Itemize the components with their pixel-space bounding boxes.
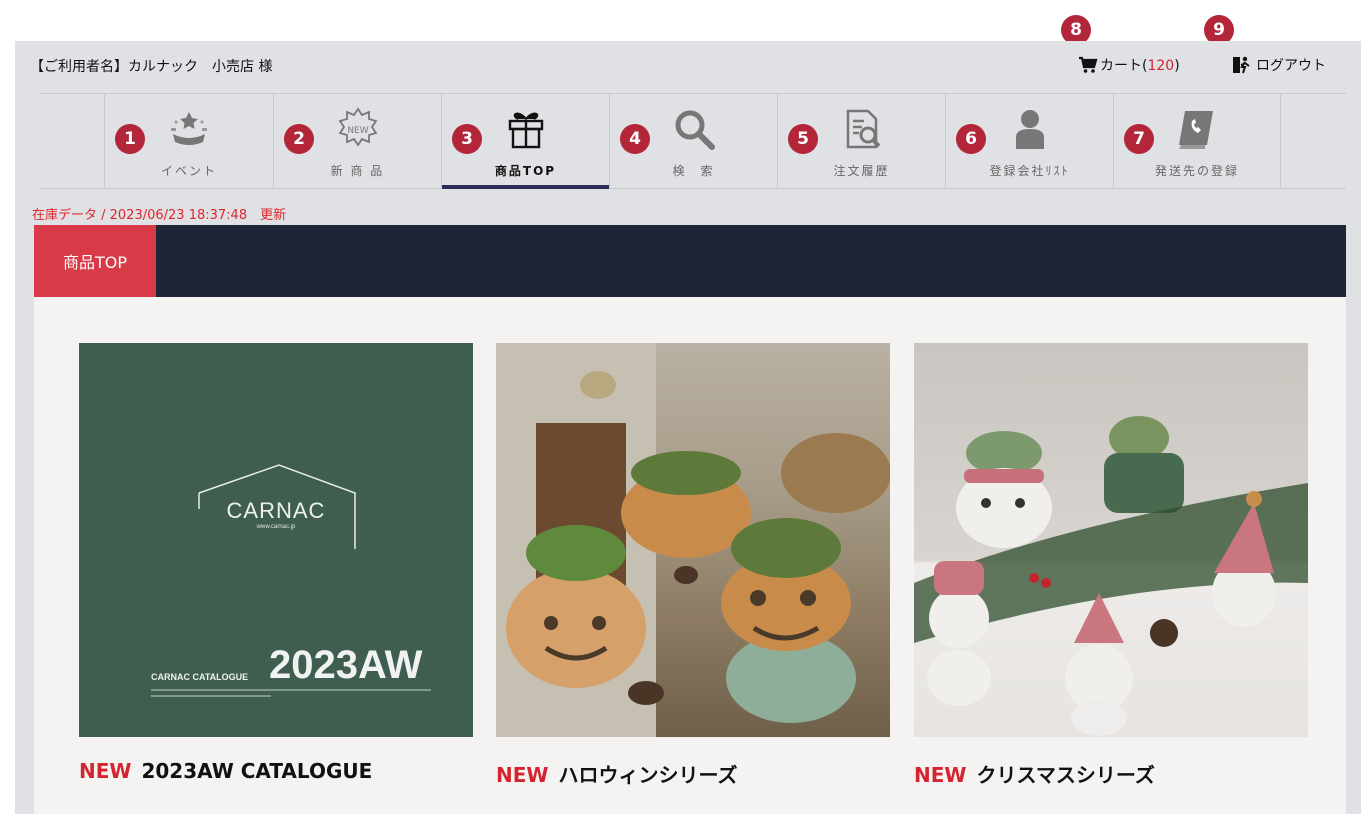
nav-item-product-top[interactable]: 3 商品TOP [441,94,609,189]
app-root: 8 9 【ご利用者名】カルナック 小売店 様 カート(120) ログアウト 1 [0,0,1361,814]
cart-count: 120 [1147,58,1175,74]
catalogue-season: 2023AW [269,643,423,687]
nav-item-search[interactable]: 4 検 索 [609,94,777,188]
callout-badge-6: 6 [956,124,986,154]
svg-text:NEW: NEW [347,126,368,136]
cart-link[interactable]: カート(120) [1078,55,1180,75]
search-icon [670,106,718,152]
event-icon [165,106,213,152]
catalogue-fine-print-2 [151,695,271,697]
nav-label-event: イベント [160,164,217,178]
nav-item-event[interactable]: 1 イベント [104,94,273,188]
callout-badge-7: 7 [1124,124,1154,154]
card-title: 2023AW CATALOGUE [141,759,373,783]
catalogue-label: CARNAC CATALOGUE [151,672,249,682]
new-tag: NEW [79,759,132,783]
main-nav: 1 イベント 2 NEW 新 商 品 3 商品TOP 4 検 索 5 注文履歴 … [40,93,1346,189]
catalogue-url: www.carnac.jp [256,524,296,530]
card-title: ハロウィンシリーズ [558,763,738,787]
nav-item-order-history[interactable]: 5 注文履歴 [777,94,945,188]
catalogue-cover-image[interactable]: CARNAC www.carnac.jp CARNAC CATALOGUE 20… [79,343,473,737]
nav-label-product-top: 商品TOP [494,164,557,178]
page-title: 商品TOP [34,225,156,297]
callout-badge-5: 5 [788,124,818,154]
nav-label-order-history: 注文履歴 [833,164,890,178]
card-title: クリスマスシリーズ [976,763,1155,787]
nav-label-search: 検 索 [672,164,715,178]
new-tag: NEW [914,763,967,787]
halloween-photo[interactable] [496,343,890,737]
logout-link[interactable]: ログアウト [1232,55,1326,75]
new-burst-icon: NEW [334,106,382,152]
phonebook-icon [1173,106,1221,152]
logout-icon [1233,56,1250,74]
nav-label-shipping-register: 発送先の登録 [1154,164,1239,178]
product-card-halloween[interactable]: NEW ハロウィンシリーズ [496,343,890,788]
nav-label-new-products: 新 商 品 [330,164,385,178]
nav-item-company-list[interactable]: 6 登録会社ﾘｽﾄ [945,94,1113,188]
person-icon [1006,106,1054,152]
cart-label: カート( [1100,58,1148,74]
christmas-photo[interactable] [914,343,1308,737]
product-card-catalogue[interactable]: CARNAC www.carnac.jp CARNAC CATALOGUE 20… [79,343,473,783]
cart-icon [1079,56,1098,73]
document-search-icon [838,106,886,152]
product-card-christmas[interactable]: NEW クリスマスシリーズ [914,343,1308,788]
nav-label-company-list: 登録会社ﾘｽﾄ [989,164,1070,178]
card-caption[interactable]: NEW 2023AW CATALOGUE [79,759,473,783]
stock-update-status: 在庫データ / 2023/06/23 18:37:48 更新 [32,208,287,223]
page-title-bar: 商品TOP [34,225,1346,297]
logout-label: ログアウト [1256,58,1326,74]
catalogue-brand: CARNAC [226,498,326,523]
cart-label-close: ) [1174,58,1180,74]
catalogue-fine-print [151,689,431,691]
nav-item-new-products[interactable]: 2 NEW 新 商 品 [273,94,441,188]
callout-badge-4: 4 [620,124,650,154]
callout-badge-2: 2 [284,124,314,154]
gift-box-icon [502,106,550,152]
card-caption[interactable]: NEW クリスマスシリーズ [914,759,1308,788]
card-caption[interactable]: NEW ハロウィンシリーズ [496,759,890,788]
user-name-label: 【ご利用者名】カルナック 小売店 様 [30,59,273,75]
callout-badge-1: 1 [115,124,145,154]
nav-item-shipping-register[interactable]: 7 発送先の登録 [1113,94,1281,188]
new-tag: NEW [496,763,549,787]
callout-badge-3: 3 [452,124,482,154]
